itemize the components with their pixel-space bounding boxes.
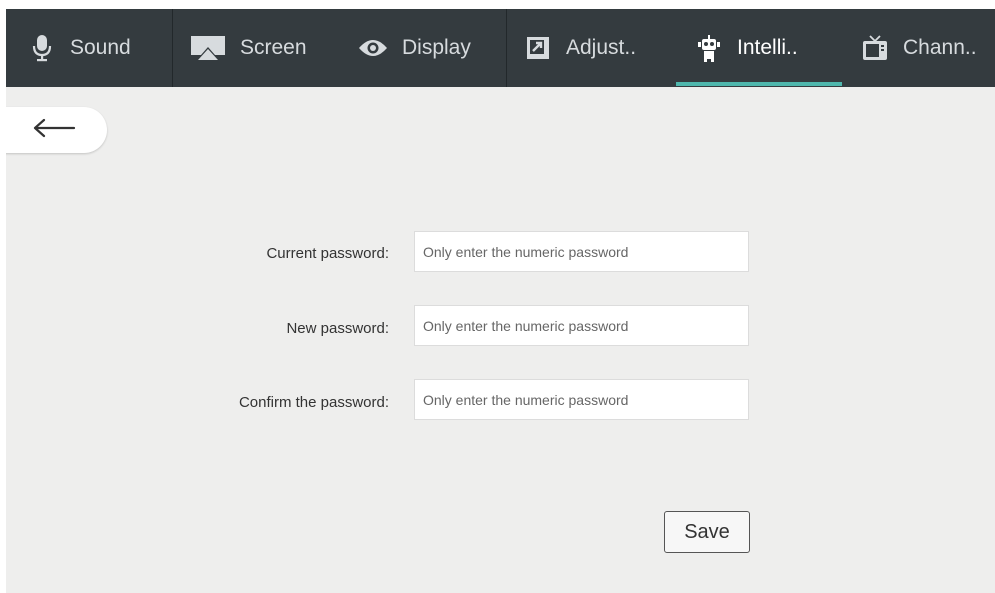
screen-cast-icon xyxy=(190,34,226,62)
confirm-password-field[interactable] xyxy=(414,379,749,420)
current-password-field[interactable] xyxy=(414,231,749,272)
eye-icon xyxy=(358,34,388,62)
tab-label: Sound xyxy=(70,36,131,59)
robot-icon xyxy=(695,34,723,62)
tab-adjust[interactable]: Adjust.. xyxy=(524,9,636,87)
arrow-left-icon xyxy=(32,118,76,143)
confirm-password-label: Confirm the password: xyxy=(238,394,389,411)
settings-window: Sound Screen Display Adjust.. Intelli.. … xyxy=(6,9,995,593)
tab-label: Screen xyxy=(240,36,307,59)
current-password-label: Current password: xyxy=(266,245,389,262)
tab-sound[interactable]: Sound xyxy=(28,9,131,87)
tab-label: Display xyxy=(402,36,471,59)
tab-divider xyxy=(172,9,173,87)
tab-bar: Sound Screen Display Adjust.. Intelli.. … xyxy=(6,9,995,87)
back-button[interactable] xyxy=(6,107,107,153)
tab-label: Adjust.. xyxy=(566,36,637,59)
tab-label: Intelli.. xyxy=(737,36,798,59)
tab-divider xyxy=(506,9,507,87)
tv-icon xyxy=(861,34,889,62)
tab-screen[interactable]: Screen xyxy=(190,9,307,87)
tab-display[interactable]: Display xyxy=(358,9,471,87)
new-password-label: New password: xyxy=(286,320,389,337)
active-tab-indicator xyxy=(676,82,842,86)
new-password-field[interactable] xyxy=(414,305,749,346)
adjust-icon xyxy=(524,34,552,62)
tab-intelligent[interactable]: Intelli.. xyxy=(695,9,798,87)
microphone-icon xyxy=(28,34,56,62)
save-button[interactable]: Save xyxy=(664,511,750,553)
tab-label: Chann.. xyxy=(903,36,977,59)
tab-channel[interactable]: Chann.. xyxy=(861,9,977,87)
